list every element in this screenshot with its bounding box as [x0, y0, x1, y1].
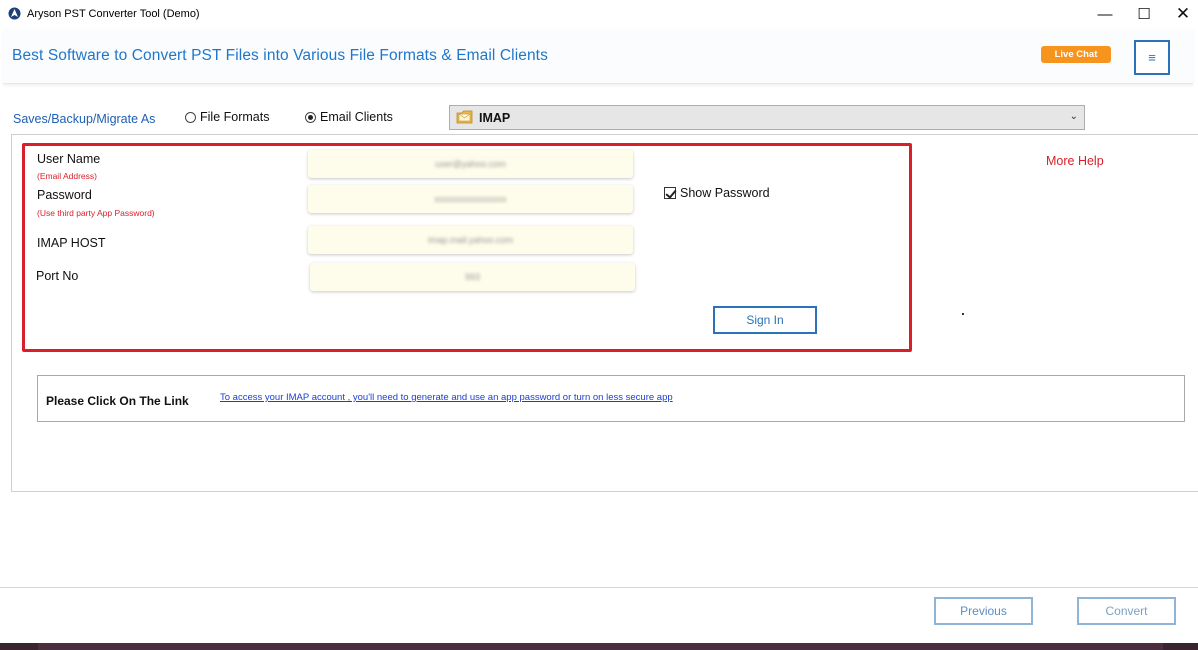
email-clients-label: Email Clients [320, 110, 393, 124]
maximize-button[interactable]: ☐ [1124, 0, 1164, 28]
window-title: Aryson PST Converter Tool (Demo) [27, 8, 200, 20]
username-field[interactable]: user@yahoo.com [308, 150, 633, 178]
port-label: Port No [36, 269, 79, 283]
chevron-down-icon: ⌄ [1069, 111, 1078, 122]
password-label: Password [37, 188, 92, 202]
app-logo-icon [8, 7, 21, 20]
username-value: user@yahoo.com [435, 159, 506, 169]
imap-host-label: IMAP HOST [37, 236, 106, 250]
hamburger-icon: ≡ [1148, 50, 1156, 65]
taskbar [0, 643, 1198, 650]
show-password-label: Show Password [680, 186, 770, 200]
taskbar-strip [38, 643, 1163, 650]
email-clients-radio[interactable]: Email Clients [305, 110, 393, 124]
radio-unchecked-icon [185, 111, 196, 123]
title-bar: Aryson PST Converter Tool (Demo) — ☐ ✕ [0, 0, 1198, 28]
banner-title: Best Software to Convert PST Files into … [12, 47, 548, 64]
imap-host-value: imap.mail.yahoo.com [427, 235, 514, 245]
show-password-checkbox[interactable]: Show Password [664, 186, 770, 200]
close-button[interactable]: ✕ [1163, 0, 1198, 28]
stray-dot [962, 313, 964, 315]
link-panel: Please Click On The Link To access your … [37, 375, 1185, 422]
selected-client-value: IMAP [479, 111, 511, 125]
app-password-link[interactable]: To access your IMAP account , you'll nee… [220, 392, 673, 403]
password-value: xxxxxxxxxxxxxxxx [434, 194, 507, 204]
file-formats-label: File Formats [200, 110, 270, 124]
imap-host-field[interactable]: imap.mail.yahoo.com [308, 226, 633, 254]
mail-folder-icon [456, 110, 473, 124]
more-help-link[interactable]: More Help [1046, 154, 1104, 168]
username-label: User Name [37, 152, 101, 166]
link-panel-label: Please Click On The Link [46, 394, 189, 408]
file-formats-radio[interactable]: File Formats [185, 110, 269, 124]
menu-button[interactable]: ≡ [1134, 40, 1170, 75]
port-field[interactable]: 993 [310, 263, 635, 291]
port-value: 993 [464, 272, 481, 282]
convert-button[interactable]: Convert [1077, 597, 1176, 625]
email-client-select[interactable]: IMAP ⌄ [449, 105, 1085, 130]
sign-in-button[interactable]: Sign In [713, 306, 817, 334]
footer-divider [0, 587, 1198, 588]
live-chat-button[interactable]: Live Chat [1041, 46, 1111, 63]
previous-button[interactable]: Previous [934, 597, 1033, 625]
saveas-label: Saves/Backup/Migrate As [13, 112, 156, 126]
username-hint: (Email Address) [37, 171, 97, 181]
header-banner: Best Software to Convert PST Files into … [3, 29, 1193, 84]
checkbox-checked-icon [664, 187, 676, 199]
minimize-button[interactable]: — [1085, 0, 1125, 28]
radio-checked-icon [305, 111, 316, 123]
password-hint: (Use third party App Password) [37, 208, 155, 218]
password-field[interactable]: xxxxxxxxxxxxxxxx [308, 185, 633, 213]
